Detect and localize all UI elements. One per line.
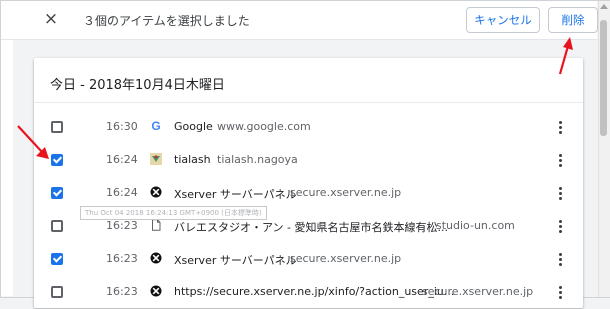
more-actions-icon[interactable] — [553, 218, 567, 234]
visit-time: 16:23 — [106, 285, 138, 298]
visit-time-tooltip: Thu Oct 04 2018 16:24:13 GMT+0900 (日本標準時… — [80, 206, 267, 220]
selection-count-text: ３個のアイテムを選択しました — [83, 14, 250, 28]
date-heading: 今日 - 2018年10月4日木曜日 — [50, 78, 225, 93]
visit-time: 16:24 — [106, 153, 138, 166]
delete-button[interactable]: 削除 — [548, 7, 598, 33]
history-row[interactable]: 16:23 https://secure.xserver.ne.jp/xinfo… — [34, 276, 583, 309]
more-actions-icon[interactable] — [553, 152, 567, 168]
visit-time: 16:23 — [106, 252, 138, 265]
history-title-link[interactable]: tialash — [174, 153, 211, 166]
sidebar-edge — [1, 40, 13, 296]
selection-toolbar: × ３個のアイテムを選択しました キャンセル 削除 — [1, 1, 598, 40]
xserver-favicon-icon — [150, 285, 162, 297]
history-domain: tialash.nagoya — [217, 153, 298, 166]
history-title-link[interactable]: https://secure.xserver.ne.jp/xinfo/?acti… — [174, 285, 454, 298]
row-checkbox[interactable] — [51, 286, 63, 298]
xserver-favicon-icon — [150, 186, 162, 198]
history-title-link[interactable]: Xserver サーバーパネル — [174, 252, 297, 268]
history-domain: studio-un.com — [436, 219, 515, 232]
xserver-favicon-icon — [150, 252, 162, 264]
history-card: 今日 - 2018年10月4日木曜日 16:30 G Google www.go… — [34, 58, 583, 308]
tialash-favicon-icon — [150, 153, 162, 165]
history-row[interactable]: 16:30 G Google www.google.com — [34, 111, 583, 144]
history-domain: secure.xserver.ne.jp — [290, 252, 402, 265]
row-checkbox-checked[interactable] — [51, 187, 63, 199]
visit-time: 16:24 — [106, 186, 138, 199]
history-domain: secure.xserver.ne.jp — [422, 285, 534, 298]
row-checkbox[interactable] — [51, 220, 63, 232]
history-domain: www.google.com — [217, 120, 311, 133]
history-row[interactable]: 16:23 Xserver サーバーパネル secure.xserver.ne.… — [34, 243, 583, 276]
annotation-arrow-icon — [17, 125, 49, 159]
visit-time: 16:23 — [106, 219, 138, 232]
history-title-link[interactable]: Xserver サーバーパネル — [174, 186, 297, 202]
page-favicon-icon — [152, 219, 161, 231]
scrollbar-thumb[interactable] — [600, 20, 607, 136]
more-actions-icon[interactable] — [553, 251, 567, 267]
history-title-link[interactable]: バレエスタジオ・アン - 愛知県名古屋市名鉄本線有松... — [174, 219, 448, 235]
row-checkbox-checked[interactable] — [51, 253, 63, 265]
history-row[interactable]: 16:24 tialash tialash.nagoya — [34, 144, 583, 177]
visit-time: 16:30 — [106, 120, 138, 133]
annotation-arrow-icon — [558, 37, 573, 75]
more-actions-icon[interactable] — [553, 185, 567, 201]
divider — [34, 102, 583, 103]
svg-text:G: G — [151, 120, 160, 132]
history-domain: secure.xserver.ne.jp — [290, 186, 402, 199]
more-actions-icon[interactable] — [553, 119, 567, 135]
scroll-up-arrow-icon[interactable] — [600, 4, 608, 9]
close-icon[interactable]: × — [43, 10, 59, 28]
cancel-button[interactable]: キャンセル — [466, 7, 540, 33]
history-title-link[interactable]: Google — [174, 120, 213, 133]
google-favicon-icon: G — [151, 120, 160, 132]
